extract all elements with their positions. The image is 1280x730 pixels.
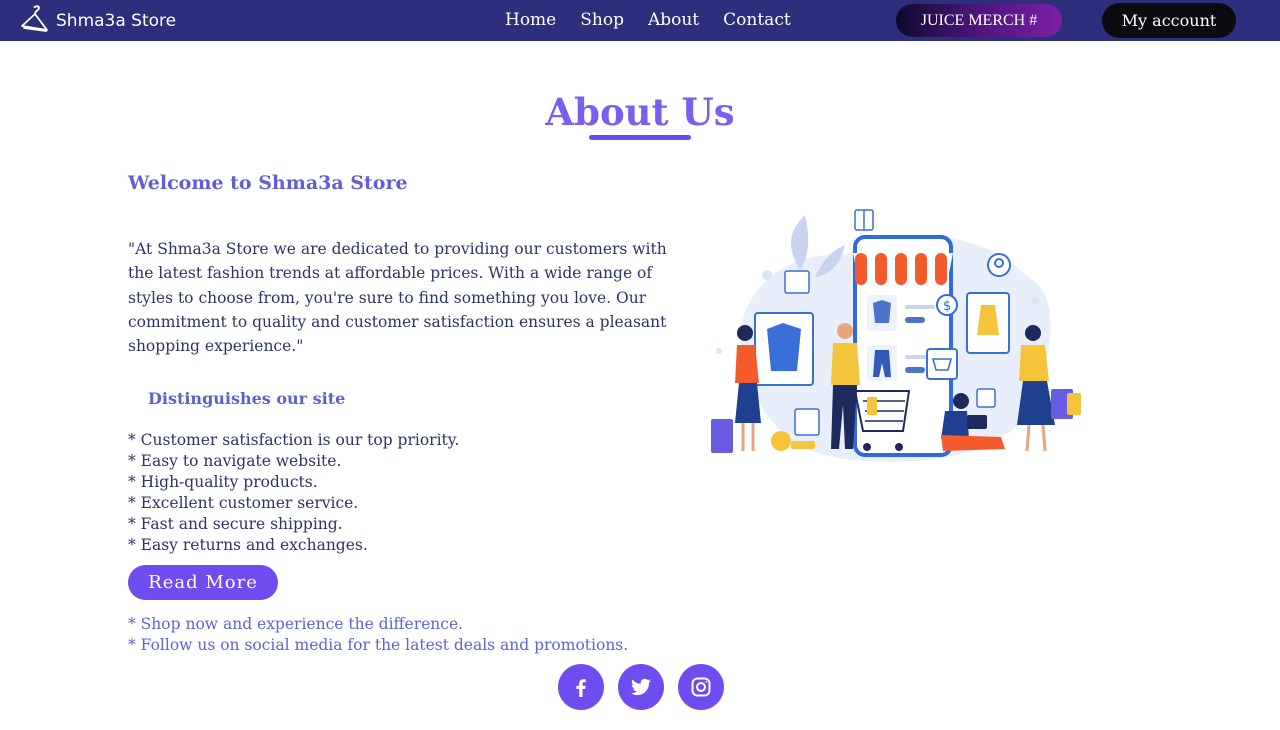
facebook-button[interactable] bbox=[558, 664, 604, 710]
social-links bbox=[558, 664, 724, 710]
feature-item: * Excellent customer service. bbox=[128, 494, 359, 512]
twitter-button[interactable] bbox=[618, 664, 664, 710]
page-title: About Us bbox=[545, 90, 735, 134]
hanger-icon bbox=[20, 5, 50, 37]
feature-item: * Easy returns and exchanges. bbox=[128, 536, 368, 554]
brand-link[interactable]: Shma3a Store bbox=[20, 5, 177, 37]
nav-link-contact[interactable]: Contact bbox=[723, 9, 791, 31]
features-list: * Customer satisfaction is our top prior… bbox=[128, 430, 459, 556]
distinguishes-heading: Distinguishes our site bbox=[148, 389, 346, 408]
feature-item: * Easy to navigate website. bbox=[128, 452, 342, 470]
instagram-button[interactable] bbox=[678, 664, 724, 710]
twitter-icon bbox=[631, 678, 651, 696]
navbar: Shma3a Store Home Shop About Contact JUI… bbox=[0, 0, 1280, 41]
instagram-icon bbox=[691, 677, 711, 697]
welcome-heading: Welcome to Shma3a Store bbox=[128, 172, 408, 194]
intro-paragraph: "At Shma3a Store we are dedicated to pro… bbox=[128, 240, 667, 356]
facebook-icon bbox=[576, 679, 586, 697]
svg-text:$: $ bbox=[943, 299, 951, 314]
brand-name: Shma3a Store bbox=[56, 11, 177, 31]
title-underline bbox=[589, 135, 691, 140]
notes-list: * Shop now and experience the difference… bbox=[128, 614, 628, 656]
nav-link-home[interactable]: Home bbox=[505, 9, 556, 31]
nav-links: Home Shop About Contact bbox=[505, 9, 815, 31]
feature-item: * Customer satisfaction is our top prior… bbox=[128, 431, 460, 449]
nav-link-about[interactable]: About bbox=[648, 9, 699, 31]
feature-item: * Fast and secure shipping. bbox=[128, 515, 343, 533]
read-more-button[interactable]: Read More bbox=[128, 565, 278, 600]
nav-link-shop[interactable]: Shop bbox=[580, 9, 624, 31]
juice-merch-button[interactable]: JUICE MERCH # bbox=[896, 4, 1062, 37]
note-item: * Shop now and experience the difference… bbox=[128, 615, 464, 633]
my-account-button[interactable]: My account bbox=[1102, 3, 1236, 38]
note-item: * Follow us on social media for the late… bbox=[128, 636, 629, 654]
online-shopping-illustration: $ bbox=[705, 205, 1095, 467]
feature-item: * High-quality products. bbox=[128, 473, 318, 491]
